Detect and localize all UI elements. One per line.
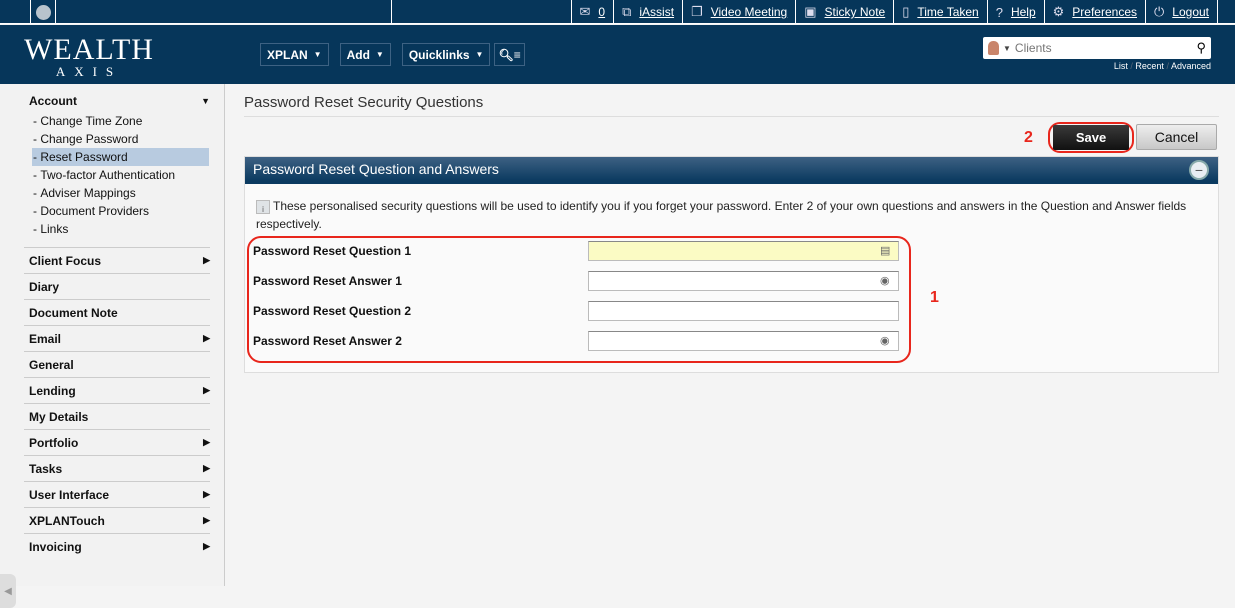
info-text: i These personalised security questions w… xyxy=(256,199,1187,231)
xplan-menu[interactable]: XPLAN ▼ xyxy=(260,43,329,66)
search-list-link[interactable]: List xyxy=(1114,61,1128,71)
header: WEALTH AXIS XPLAN ▼ Add ▼ Quicklinks ▼ 🔍︎≡ … xyxy=(0,25,1235,84)
info-icon: i xyxy=(256,199,270,214)
chevron-down-icon: ▼ xyxy=(201,96,210,106)
chevron-right-icon: ▶ xyxy=(203,333,210,343)
video-meeting-icon: ❐ xyxy=(691,4,703,19)
sidebar-section-diary[interactable]: Diary xyxy=(24,273,210,299)
globe-button[interactable] xyxy=(30,0,56,24)
sidebar-section-email[interactable]: Email ▶ xyxy=(24,325,210,351)
sidebar: Account ▼ - Change Time Zone - Change Pas… xyxy=(0,84,225,608)
sidebar-item-links[interactable]: - Links xyxy=(32,220,209,238)
divider xyxy=(391,0,392,24)
annotation-marker-1: 1 xyxy=(930,289,939,306)
sidebar-section-tasks[interactable]: Tasks ▶ xyxy=(24,455,210,481)
answer-2-label: Password Reset Answer 2 xyxy=(253,334,402,348)
client-icon[interactable] xyxy=(988,41,999,55)
sidebar-section-xplantouch[interactable]: XPLANTouch ▶ xyxy=(24,507,210,533)
sidebar-section-document-note[interactable]: Document Note xyxy=(24,299,210,325)
globe-icon xyxy=(35,4,51,20)
chevron-right-icon: ▶ xyxy=(203,255,210,265)
sidebar-section-general[interactable]: General xyxy=(24,351,210,377)
add-menu[interactable]: Add ▼ xyxy=(339,43,391,66)
sticky-note-icon: ▣ xyxy=(804,4,817,19)
help-link[interactable]: ? Help xyxy=(986,0,1044,24)
chevron-right-icon: ▶ xyxy=(203,541,210,551)
sidebar-item-adviser-mappings[interactable]: - Adviser Mappings xyxy=(32,184,209,202)
question-1-input[interactable] xyxy=(588,241,899,261)
iassist-icon: ⧉ xyxy=(622,4,632,19)
chevron-down-icon: ▼ xyxy=(313,50,322,59)
divider xyxy=(244,116,1219,117)
video-meeting-link[interactable]: ❐ Video Meeting xyxy=(682,0,795,24)
chevron-right-icon: ▶ xyxy=(203,515,210,525)
collapse-sidebar-button[interactable]: ◀ xyxy=(0,574,16,608)
panel-header: Password Reset Question and Answers − xyxy=(245,157,1218,184)
question-2-input[interactable] xyxy=(588,301,899,321)
gear-icon: ⚙ xyxy=(1052,4,1065,19)
time-taken-link[interactable]: ▯ Time Taken xyxy=(893,0,987,24)
sidebar-item-reset-password[interactable]: - Reset Password xyxy=(32,148,209,166)
search-icon[interactable]: ⚲ xyxy=(1196,40,1206,56)
sidebar-item-change-time-zone[interactable]: - Change Time Zone xyxy=(32,112,209,130)
sidebar-section-client-focus[interactable]: Client Focus ▶ xyxy=(24,247,210,273)
collapse-panel-button[interactable]: − xyxy=(1189,160,1209,180)
logo[interactable]: WEALTH AXIS xyxy=(24,35,154,79)
chevron-right-icon: ▶ xyxy=(203,437,210,447)
client-search: ▼ ⚲ xyxy=(983,37,1211,59)
password-reveal-icon[interactable]: ◉ xyxy=(880,274,890,287)
search-menu-button[interactable]: 🔍︎≡ xyxy=(494,43,525,66)
password-reveal-icon[interactable]: ◉ xyxy=(880,334,890,347)
sidebar-section-lending[interactable]: Lending ▶ xyxy=(24,377,210,403)
chevron-down-icon: ▼ xyxy=(475,50,484,59)
save-button[interactable]: Save xyxy=(1053,125,1129,150)
cancel-button[interactable]: Cancel xyxy=(1136,124,1217,150)
sidebar-section-user-interface[interactable]: User Interface ▶ xyxy=(24,481,210,507)
top-bar: ✉ 0 ⧉ iAssist ❐ Video Meeting ▣ Sticky Note … xyxy=(0,0,1235,24)
iassist-link[interactable]: ⧉ iAssist xyxy=(613,0,682,24)
search-advanced-link[interactable]: Advanced xyxy=(1171,61,1211,71)
messages-link[interactable]: ✉ 0 xyxy=(570,0,614,24)
chevron-right-icon: ▶ xyxy=(203,489,210,499)
timer-icon: ▯ xyxy=(902,4,910,19)
sidebar-item-change-password[interactable]: - Change Password xyxy=(32,130,209,148)
sticky-note-link[interactable]: ▣ Sticky Note xyxy=(795,0,893,24)
sidebar-section-my-details[interactable]: My Details xyxy=(24,403,210,429)
chevron-left-icon: ◀ xyxy=(4,585,12,597)
mail-icon: ✉ xyxy=(579,4,591,19)
answer-1-label: Password Reset Answer 1 xyxy=(253,274,402,288)
annotation-marker-2: 2 xyxy=(1024,129,1033,146)
chevron-right-icon: ▶ xyxy=(203,385,210,395)
question-1-label: Password Reset Question 1 xyxy=(253,244,412,258)
question-2-label: Password Reset Question 2 xyxy=(253,304,412,318)
chevron-down-icon: ▼ xyxy=(375,50,384,59)
client-search-input[interactable] xyxy=(1014,41,1193,55)
chevron-down-icon[interactable]: ▼ xyxy=(1003,44,1011,53)
sidebar-section-account[interactable]: Account ▼ xyxy=(24,88,210,114)
sidebar-item-document-providers[interactable]: - Document Providers xyxy=(32,202,209,220)
answer-1-input[interactable] xyxy=(588,271,899,291)
sidebar-section-portfolio[interactable]: Portfolio ▶ xyxy=(24,429,210,455)
save-highlight: Save xyxy=(1048,122,1134,153)
preferences-link[interactable]: ⚙ Preferences xyxy=(1043,0,1145,24)
chevron-right-icon: ▶ xyxy=(203,463,210,473)
power-icon: ⏻ xyxy=(1154,4,1165,19)
contact-card-icon[interactable]: ▤ xyxy=(880,244,890,257)
answer-2-input[interactable] xyxy=(588,331,899,351)
sidebar-section-invoicing[interactable]: Invoicing ▶ xyxy=(24,533,210,559)
sidebar-item-two-factor[interactable]: - Two-factor Authentication xyxy=(32,166,209,184)
page-title: Password Reset Security Questions xyxy=(244,94,484,111)
search-list-icon: 🔍︎≡ xyxy=(498,47,521,62)
quicklinks-menu[interactable]: Quicklinks ▼ xyxy=(401,43,491,66)
search-recent-link[interactable]: Recent xyxy=(1135,61,1164,71)
logout-link[interactable]: ⏻ Logout xyxy=(1145,0,1218,24)
help-icon: ? xyxy=(995,4,1003,20)
